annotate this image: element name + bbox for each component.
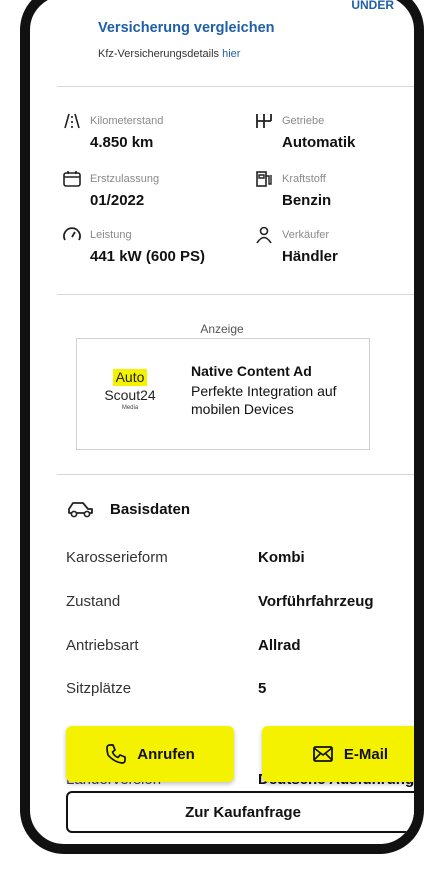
row-value-antriebsart: Allrad (258, 637, 301, 654)
purchase-request-label: Zur Kaufanfrage (185, 803, 301, 821)
row-label-zustand: Zustand (66, 593, 121, 610)
spec-label: Verkäufer (282, 229, 330, 241)
spec-value: 01/2022 (90, 192, 145, 209)
spec-value: 4.850 km (90, 134, 154, 151)
ad-title: Native Content Ad (191, 363, 312, 379)
spec-label: Erstzulassung (90, 173, 160, 185)
screen: UNDER Versicherung vergleichen Kfz-Versi… (30, 0, 414, 844)
spec-value: Automatik (282, 134, 356, 151)
spec-label: Kraftstoff (282, 173, 326, 185)
insurance-details-link[interactable]: hier (222, 48, 240, 60)
logo-scout-text: Scout24 (104, 387, 156, 403)
car-icon (66, 499, 96, 519)
top-partial-text: UNDER (351, 0, 394, 12)
spec-label: Leistung (90, 229, 132, 241)
spec-label: Kilometerstand (90, 115, 164, 127)
mileage-icon (62, 112, 82, 130)
row-label-karosserieform: Karosserieform (66, 549, 168, 566)
gearbox-icon (254, 112, 274, 130)
spec-value: Benzin (282, 192, 332, 209)
row-value-zustand: Vorführfahrzeug (258, 593, 374, 610)
call-button[interactable]: Anrufen (66, 726, 234, 782)
person-icon (254, 226, 274, 244)
native-ad-box[interactable]: Auto Scout24 Media Native Content Ad Per… (76, 338, 370, 450)
spec-value: 441 kW (600 PS) (90, 248, 206, 265)
insurance-details-line: Kfz-Versicherungsdetails hier (98, 48, 240, 60)
section-title: Basisdaten (110, 501, 191, 518)
spec-value: Händler (282, 248, 338, 265)
insurance-details-text: Kfz-Versicherungsdetails (98, 48, 220, 60)
logo-media-text: Media (121, 405, 139, 411)
divider (57, 294, 414, 295)
email-button-label: E-Mail (343, 745, 389, 763)
spec-label: Getriebe (282, 115, 325, 127)
row-value-karosserieform: Kombi (258, 549, 305, 566)
mail-icon (312, 743, 334, 765)
row-label-antriebsart: Antriebsart (66, 637, 139, 654)
row-label-sitzplaetze: Sitzplätze (66, 680, 132, 697)
divider (57, 86, 414, 87)
email-button[interactable]: E-Mail (262, 726, 414, 782)
logo-auto-text: Auto (112, 369, 148, 386)
phone-frame: UNDER Versicherung vergleichen Kfz-Versi… (20, 0, 424, 854)
speedometer-icon (62, 226, 82, 244)
row-value-sitzplaetze: 5 (258, 680, 267, 697)
compare-insurance-link[interactable]: Versicherung vergleichen (98, 20, 275, 36)
ad-text: Perfekte Integration auf mobilen Devices (191, 383, 337, 417)
phone-icon (105, 743, 127, 765)
call-button-label: Anrufen (137, 745, 195, 763)
divider (57, 474, 414, 475)
calendar-icon (62, 170, 82, 188)
fuel-pump-icon (254, 170, 274, 188)
ad-label: Anzeige (200, 322, 244, 336)
purchase-request-button[interactable]: Zur Kaufanfrage (66, 791, 414, 833)
autoscout24-logo: Auto Scout24 Media (95, 369, 165, 411)
